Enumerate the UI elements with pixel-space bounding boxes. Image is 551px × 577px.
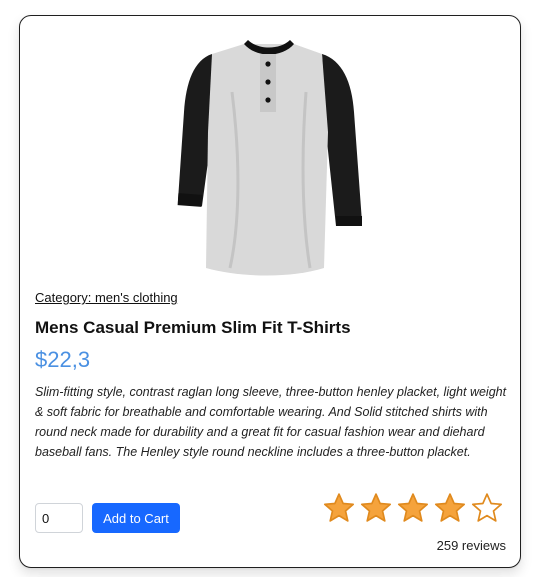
star-rating xyxy=(322,491,504,525)
quantity-input[interactable] xyxy=(35,503,83,533)
star-icon-1 xyxy=(323,493,355,522)
product-description: Slim-fitting style, contrast raglan long… xyxy=(35,385,507,459)
add-to-cart-button[interactable]: Add to Cart xyxy=(92,503,180,533)
product-card: Category: men's clothing Mens Casual Pre… xyxy=(19,15,521,568)
review-count: 259 reviews xyxy=(436,538,506,553)
star-icon-4 xyxy=(434,493,466,522)
star-icon-3 xyxy=(397,493,429,522)
star-icon-2 xyxy=(360,493,392,522)
category-link[interactable]: Category: men's clothing xyxy=(35,290,178,305)
product-image xyxy=(177,40,362,276)
star-icon-5 xyxy=(471,493,503,522)
product-price: $22,3 xyxy=(35,347,91,372)
product-title: Mens Casual Premium Slim Fit T-Shirts xyxy=(35,318,351,337)
